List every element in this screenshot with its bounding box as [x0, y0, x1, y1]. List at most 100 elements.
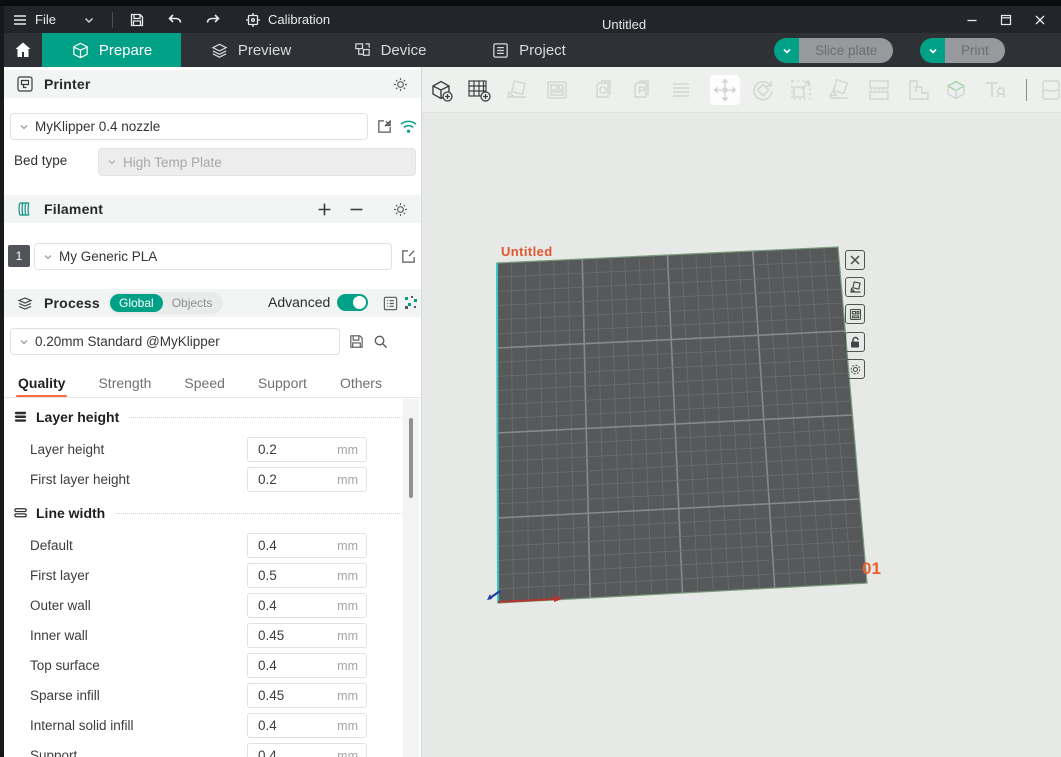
param-value-input[interactable] [248, 658, 318, 673]
printer-connection-button[interactable] [398, 116, 418, 136]
redo-button[interactable] [191, 6, 229, 33]
custom-params-button[interactable] [401, 293, 421, 313]
tab-support[interactable]: Support [258, 375, 307, 391]
tab-speed[interactable]: Speed [184, 375, 224, 391]
param-value-input[interactable] [248, 688, 318, 703]
home-button[interactable] [4, 33, 42, 67]
param-input-support[interactable]: mm [247, 743, 367, 757]
scope-objects-option[interactable]: Objects [163, 294, 222, 312]
slice-dropdown-button[interactable] [774, 38, 799, 63]
param-value-input[interactable] [248, 538, 318, 553]
add-filament-button[interactable] [314, 199, 334, 219]
viewport-3d[interactable]: Untitled 01 [422, 113, 1061, 757]
process-preset-select[interactable]: 0.20mm Standard @MyKlipper [10, 328, 340, 355]
auto-orient-plate-button[interactable] [845, 277, 865, 297]
param-value-input[interactable] [248, 472, 318, 487]
seam-paint-button[interactable] [1036, 75, 1061, 105]
save-preset-button[interactable] [346, 331, 366, 351]
variable-layer-height-button[interactable] [904, 75, 934, 105]
maximize-button[interactable] [989, 6, 1023, 33]
scale-tool-button[interactable] [786, 75, 816, 105]
chevron-down-icon [926, 44, 940, 58]
undo-button[interactable] [153, 6, 191, 33]
remove-filament-button[interactable] [346, 199, 366, 219]
param-input-outer-wall[interactable]: mm [247, 593, 367, 618]
tab-quality[interactable]: Quality [18, 375, 65, 391]
file-menu-expander[interactable] [64, 6, 104, 33]
plate-settings-button[interactable] [845, 359, 865, 379]
search-params-button[interactable] [370, 331, 390, 351]
param-input-default[interactable]: mm [247, 533, 367, 558]
filament-settings-button[interactable] [390, 199, 410, 219]
param-label: Outer wall [30, 598, 91, 613]
param-unit: mm [337, 473, 366, 487]
print-label[interactable]: Print [945, 38, 1005, 63]
filament-slot-number[interactable]: 1 [8, 245, 30, 267]
param-input-internal-solid-infill[interactable]: mm [247, 713, 367, 738]
printer-edit-button[interactable] [374, 116, 394, 136]
printer-preset-select[interactable]: MyKlipper 0.4 nozzle [10, 113, 368, 140]
text-shape-button[interactable] [980, 75, 1010, 105]
panel-scrollbar-thumb[interactable] [409, 418, 413, 498]
param-value-input[interactable] [248, 628, 318, 643]
window-title: Untitled [602, 17, 646, 32]
print-dropdown-button[interactable] [920, 38, 945, 63]
minimize-button[interactable] [955, 6, 989, 33]
param-input-sparse-infill[interactable]: mm [247, 683, 367, 708]
param-value-input[interactable] [248, 568, 318, 583]
param-input-first-layer[interactable]: mm [247, 563, 367, 588]
param-value-input[interactable] [248, 598, 318, 613]
arrange-plate-button[interactable] [845, 304, 865, 324]
save-button[interactable] [121, 6, 153, 33]
calibration-button[interactable]: Calibration [229, 6, 338, 33]
param-label: Support [30, 748, 77, 757]
advanced-toggle[interactable] [337, 294, 368, 311]
tab-project[interactable]: Project [459, 33, 598, 67]
tab-prepare[interactable]: Prepare [42, 33, 181, 67]
lock-plate-button[interactable] [845, 332, 865, 352]
param-input-top-surface[interactable]: mm [247, 653, 367, 678]
import-geometry-button[interactable] [590, 75, 620, 105]
cut-tool-button[interactable] [864, 75, 894, 105]
build-plate[interactable] [422, 113, 1061, 757]
calibration-icon [245, 12, 261, 28]
import-params-button[interactable] [628, 75, 658, 105]
close-button[interactable] [1023, 6, 1057, 33]
param-unit: mm [337, 689, 366, 703]
param-label: Top surface [30, 658, 100, 673]
param-input-layer-height[interactable]: mm [247, 437, 367, 462]
add-plate-button[interactable] [464, 75, 494, 105]
filament-section-title: Filament [44, 201, 103, 217]
param-value-input[interactable] [248, 718, 318, 733]
file-menu[interactable]: File [4, 6, 64, 33]
tab-preview-label: Preview [238, 42, 291, 59]
place-on-face-button[interactable] [824, 75, 854, 105]
param-input-first-layer-height[interactable]: mm [247, 467, 367, 492]
rotate-tool-button[interactable] [748, 75, 778, 105]
mesh-boolean-button[interactable] [941, 75, 971, 105]
tab-device[interactable]: Device [320, 33, 459, 67]
assembly-view-button[interactable] [666, 75, 696, 105]
tab-preview[interactable]: Preview [181, 33, 320, 67]
param-label: Sparse infill [30, 688, 100, 703]
split-to-objects-button[interactable] [542, 75, 572, 105]
param-label: First layer [30, 568, 89, 583]
auto-orient-button[interactable] [502, 75, 532, 105]
param-input-inner-wall[interactable]: mm [247, 623, 367, 648]
bed-type-select[interactable]: High Temp Plate [98, 148, 416, 176]
param-value-input[interactable] [248, 442, 318, 457]
filament-edit-button[interactable] [398, 246, 418, 266]
prepare-icon [71, 41, 90, 60]
param-list-button[interactable] [380, 293, 400, 313]
param-value-input[interactable] [248, 748, 318, 757]
scope-global-option[interactable]: Global [110, 294, 163, 312]
printer-settings-button[interactable] [390, 74, 410, 94]
tab-others[interactable]: Others [340, 375, 382, 391]
slice-plate-label[interactable]: Slice plate [799, 38, 893, 63]
tab-strength[interactable]: Strength [98, 375, 151, 391]
add-object-button[interactable] [426, 75, 456, 105]
filament-preset-select[interactable]: My Generic PLA [34, 243, 392, 270]
delete-plate-button[interactable] [845, 250, 865, 270]
plate-name-label[interactable]: Untitled [501, 244, 553, 259]
move-tool-button[interactable] [710, 75, 740, 105]
